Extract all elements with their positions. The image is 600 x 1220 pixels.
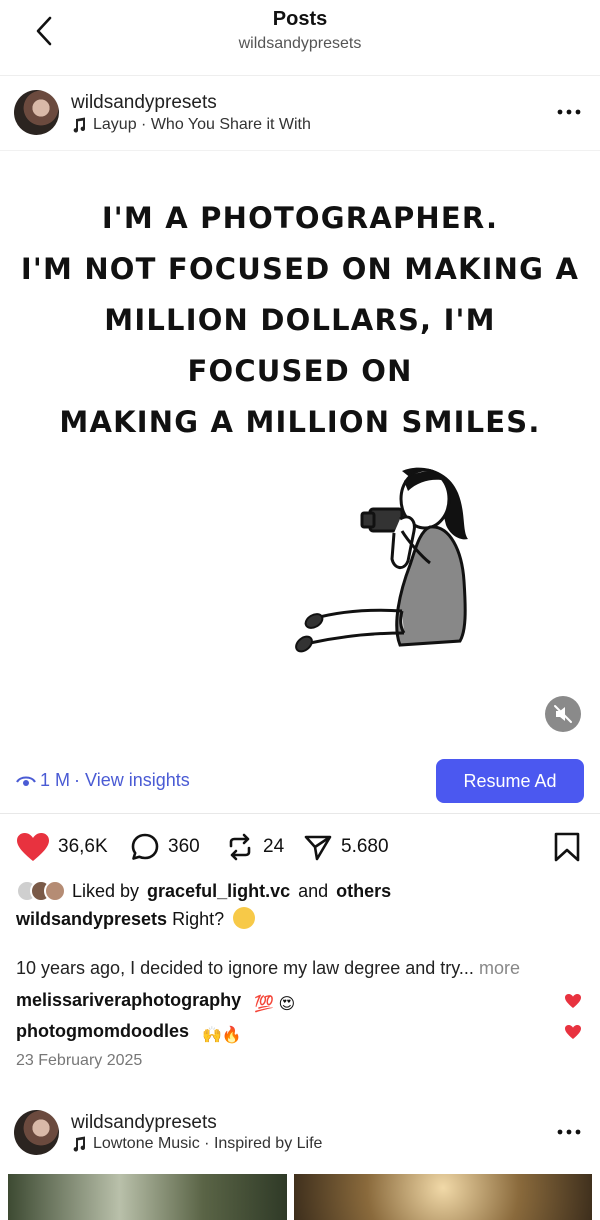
avatar[interactable] bbox=[14, 90, 59, 135]
views-count: 1 M bbox=[40, 770, 71, 790]
comment-like-icon[interactable] bbox=[564, 993, 582, 1009]
next-post-media[interactable] bbox=[0, 1174, 600, 1220]
comment-like-icon[interactable] bbox=[564, 1024, 582, 1040]
post-username[interactable]: wildsandypresets bbox=[71, 92, 217, 114]
liked-by-others[interactable]: others bbox=[336, 881, 391, 902]
repost-button[interactable]: 24 bbox=[225, 828, 284, 866]
quote-line: I'M A PHOTOGRAPHER. bbox=[101, 201, 499, 235]
post-username[interactable]: wildsandypresets bbox=[71, 1112, 217, 1134]
quote-line: I'M NOT FOCUSED ON MAKING A bbox=[20, 252, 580, 286]
caption: wildsandypresets Right? bbox=[16, 907, 256, 930]
caption-story: 10 years ago, I decided to ignore my law… bbox=[16, 958, 520, 979]
more-options-icon[interactable] bbox=[556, 1122, 582, 1142]
comment-item: photogmomdoodles 🙌🔥 bbox=[16, 1021, 242, 1045]
shares-count: 5.680 bbox=[341, 836, 389, 857]
song-label: Layup · Who You Share it With bbox=[93, 116, 311, 133]
liked-by-prefix: Liked by bbox=[72, 880, 140, 901]
comment-item: melissariveraphotography 💯 😍 bbox=[16, 990, 295, 1014]
post-song[interactable]: Layup · Who You Share it With bbox=[71, 116, 311, 134]
post-header: wildsandypresets Layup · Who You Share i… bbox=[0, 76, 600, 150]
send-icon bbox=[304, 835, 332, 861]
page-title: Posts bbox=[272, 8, 328, 30]
avatar[interactable] bbox=[14, 1110, 59, 1155]
more-options-icon[interactable] bbox=[556, 102, 582, 122]
next-post-header: wildsandypresets Lowtone Music · Inspire… bbox=[0, 1096, 600, 1170]
music-note-icon bbox=[73, 117, 86, 133]
quote-line: MAKING A MILLION SMILES. bbox=[59, 405, 541, 439]
comment-icon bbox=[131, 833, 159, 860]
caption-text: Right? bbox=[172, 909, 225, 929]
post-song[interactable]: Lowtone Music · Inspired by Life bbox=[71, 1135, 322, 1153]
quote-line: MILLION DOLLARS, I'M FOCUSED ON bbox=[104, 303, 496, 388]
insights-label: · View insights bbox=[74, 770, 190, 790]
photo-thumbnail[interactable] bbox=[8, 1174, 287, 1220]
action-bar: 36,6K 360 24 5.680 bbox=[0, 828, 600, 866]
heart-icon bbox=[17, 833, 49, 861]
liked-avatars bbox=[16, 880, 66, 902]
liked-by-and: and bbox=[298, 880, 329, 901]
resume-ad-button[interactable]: Resume Ad bbox=[436, 759, 584, 803]
liked-by-user[interactable]: graceful_light.vc bbox=[147, 881, 290, 902]
song-label: Lowtone Music · Inspired by Life bbox=[93, 1135, 323, 1152]
comment-emoji: 💯 😍 bbox=[254, 996, 296, 1013]
smile-emoji-icon bbox=[233, 907, 256, 929]
page-subtitle: wildsandypresets bbox=[238, 35, 362, 52]
post-media[interactable]: I'M A PHOTOGRAPHER. I'M NOT FOCUSED ON M… bbox=[0, 150, 600, 750]
caption-username[interactable]: wildsandypresets bbox=[16, 909, 167, 929]
photographer-illustration bbox=[295, 467, 468, 653]
avatar bbox=[44, 880, 66, 902]
eye-icon bbox=[16, 776, 36, 786]
mute-button[interactable] bbox=[545, 696, 581, 732]
liked-by[interactable]: Liked by graceful_light.vc and others bbox=[16, 880, 391, 902]
repost-icon bbox=[229, 833, 251, 861]
insights-row: 1 M · View insights Resume Ad bbox=[0, 750, 600, 814]
comment-username[interactable]: melissariveraphotography bbox=[16, 990, 241, 1010]
photo-thumbnail[interactable] bbox=[294, 1174, 592, 1220]
comment-emoji: 🙌🔥 bbox=[202, 1027, 242, 1044]
more-link[interactable]: more bbox=[479, 958, 520, 978]
comment-button[interactable]: 360 bbox=[130, 828, 200, 866]
view-insights-link[interactable]: 1 M · View insights bbox=[16, 770, 190, 791]
post-date: 23 February 2025 bbox=[16, 1052, 143, 1069]
reposts-count: 24 bbox=[263, 836, 285, 857]
bookmark-icon[interactable] bbox=[553, 832, 581, 862]
like-button[interactable]: 36,6K bbox=[16, 828, 108, 866]
quote-text: I'M A PHOTOGRAPHER. I'M NOT FOCUSED ON M… bbox=[20, 193, 580, 448]
comment-username[interactable]: photogmomdoodles bbox=[16, 1021, 189, 1041]
speaker-muted-icon bbox=[554, 705, 572, 723]
comments-count: 360 bbox=[168, 836, 200, 857]
story-text: 10 years ago, I decided to ignore my law… bbox=[16, 958, 474, 978]
share-button[interactable]: 5.680 bbox=[303, 828, 389, 866]
likes-count: 36,6K bbox=[58, 836, 108, 857]
music-note-icon bbox=[73, 1136, 86, 1152]
top-bar: Posts wildsandypresets bbox=[0, 0, 600, 76]
